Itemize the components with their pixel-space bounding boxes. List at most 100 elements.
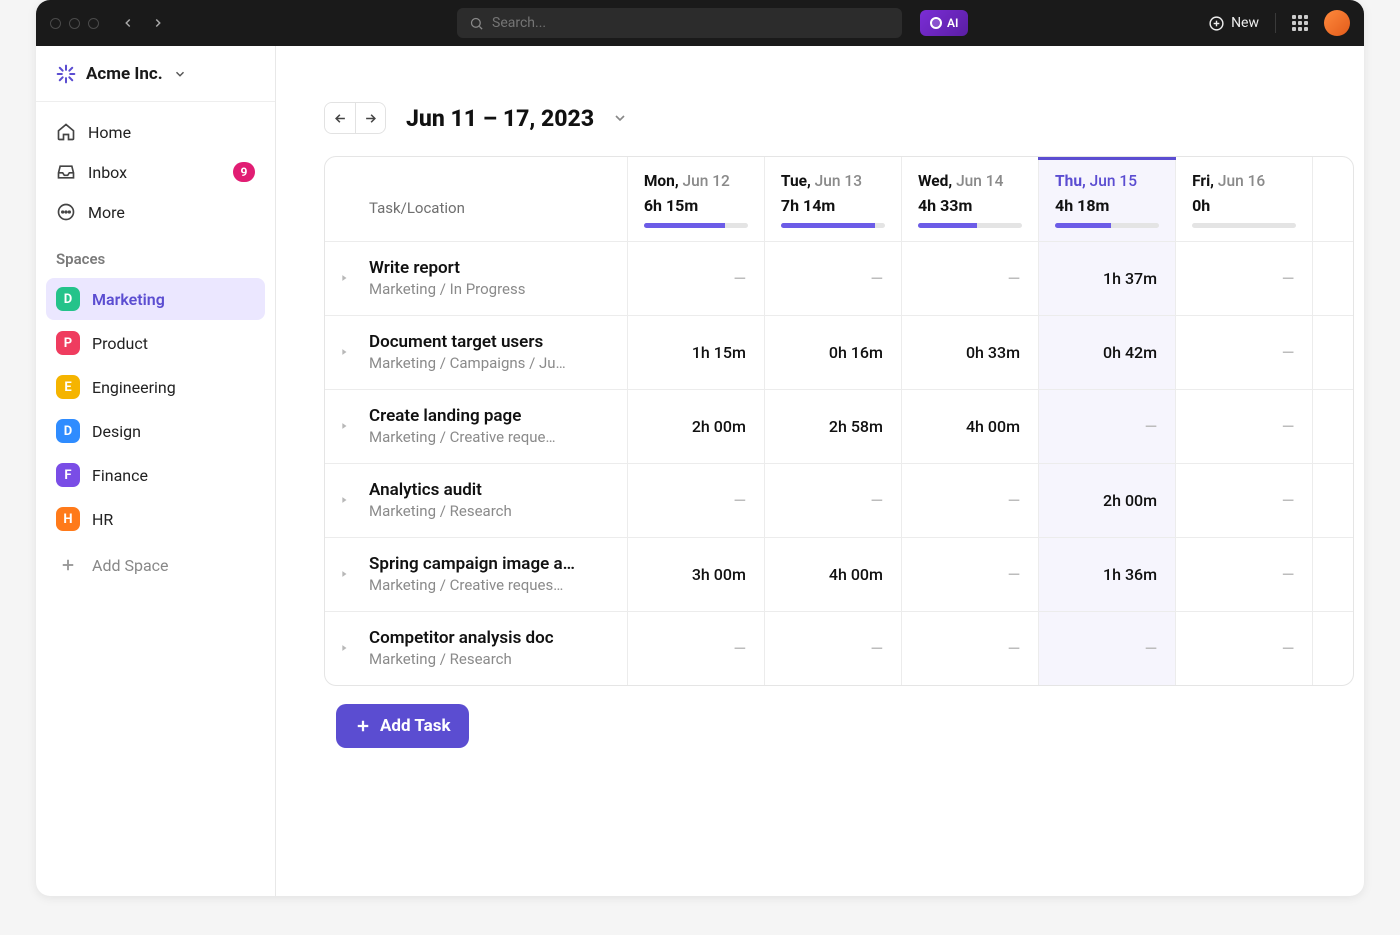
space-label: Design <box>92 422 141 441</box>
task-cell[interactable]: Create landing page Marketing / Creative … <box>325 389 627 463</box>
column-day[interactable]: Wed, Jun 144h 33m <box>901 157 1038 241</box>
task-cell[interactable]: Competitor analysis docMarketing / Resea… <box>325 611 627 685</box>
task-cell[interactable]: Write reportMarketing / In Progress <box>325 241 627 315</box>
traffic-close[interactable] <box>50 18 61 29</box>
traffic-minimize[interactable] <box>69 18 80 29</box>
apps-grid-icon[interactable] <box>1292 15 1308 31</box>
time-cell[interactable]: 0h 42m <box>1039 315 1176 389</box>
time-cell[interactable]: — <box>627 463 764 537</box>
task-title: Spring campaign image a… <box>325 554 615 574</box>
time-cell[interactable]: — <box>901 537 1038 611</box>
empty-dash: — <box>1282 269 1294 288</box>
task-title: Write report <box>325 258 615 278</box>
time-cell-overflow <box>1313 611 1353 685</box>
new-label: New <box>1231 15 1259 31</box>
time-cell[interactable]: — <box>764 241 901 315</box>
time-cell[interactable]: 1h 36m <box>1039 537 1176 611</box>
body: Acme Inc. Home Inbox 9 <box>36 46 1364 896</box>
time-cell[interactable]: 4h 00m <box>901 389 1038 463</box>
empty-dash: — <box>1282 491 1294 510</box>
column-day[interactable]: Thu, Jun 154h 18m <box>1039 157 1176 241</box>
time-cell[interactable]: 2h 58m <box>764 389 901 463</box>
time-cell[interactable]: 2h 00m <box>1039 463 1176 537</box>
task-cell[interactable]: Analytics auditMarketing / Research <box>325 463 627 537</box>
column-day[interactable]: Fri, Jun 160h <box>1176 157 1313 241</box>
add-task-label: Add Task <box>380 716 451 736</box>
task-cell[interactable]: Spring campaign image a…Marketing / Crea… <box>325 537 627 611</box>
time-cell[interactable]: — <box>1176 389 1313 463</box>
time-cell[interactable]: — <box>1176 611 1313 685</box>
user-avatar[interactable] <box>1324 10 1350 36</box>
ai-button[interactable]: AI <box>920 10 968 36</box>
sidebar-space-finance[interactable]: FFinance <box>46 454 265 496</box>
history-back-button[interactable] <box>117 12 139 34</box>
add-task-button[interactable]: Add Task <box>336 704 469 748</box>
ai-icon <box>930 17 942 29</box>
column-overflow <box>1313 157 1353 241</box>
expand-caret-icon[interactable] <box>339 347 349 357</box>
sidebar-space-hr[interactable]: HHR <box>46 498 265 540</box>
workspace-picker[interactable]: Acme Inc. <box>36 46 275 102</box>
task-path: Marketing / Campaigns / Ju… <box>325 354 615 372</box>
traffic-maximize[interactable] <box>88 18 99 29</box>
empty-dash: — <box>1145 417 1157 436</box>
time-cell[interactable]: — <box>901 463 1038 537</box>
time-cell[interactable]: 0h 33m <box>901 315 1038 389</box>
expand-caret-icon[interactable] <box>339 421 349 431</box>
time-cell[interactable]: — <box>627 611 764 685</box>
time-cell[interactable]: — <box>764 611 901 685</box>
column-day[interactable]: Mon, Jun 126h 15m <box>627 157 764 241</box>
time-cell[interactable]: — <box>1039 389 1176 463</box>
empty-dash: — <box>1282 343 1294 362</box>
time-cell[interactable]: — <box>764 463 901 537</box>
add-space-label: Add Space <box>92 556 169 575</box>
add-space-button[interactable]: Add Space <box>46 544 265 586</box>
time-cell[interactable]: — <box>1039 611 1176 685</box>
new-button[interactable]: New <box>1208 15 1259 32</box>
day-total: 6h 15m <box>644 196 748 215</box>
current-day-marker <box>1038 156 1176 160</box>
time-cell[interactable]: — <box>1176 463 1313 537</box>
more-icon <box>56 202 76 222</box>
nav-more[interactable]: More <box>46 192 265 232</box>
time-cell[interactable]: — <box>627 241 764 315</box>
sidebar-space-product[interactable]: PProduct <box>46 322 265 364</box>
time-cell[interactable]: — <box>1176 241 1313 315</box>
empty-dash: — <box>734 269 746 288</box>
time-cell[interactable]: 1h 15m <box>627 315 764 389</box>
task-title: Create landing page <box>325 406 615 426</box>
column-day[interactable]: Tue, Jun 137h 14m <box>764 157 901 241</box>
time-cell[interactable]: 3h 00m <box>627 537 764 611</box>
expand-caret-icon[interactable] <box>339 569 349 579</box>
plus-icon <box>354 717 372 735</box>
space-label: Finance <box>92 466 148 485</box>
sidebar-space-marketing[interactable]: DMarketing <box>46 278 265 320</box>
prev-week-button[interactable] <box>325 103 355 133</box>
global-search[interactable] <box>457 8 902 38</box>
inbox-badge: 9 <box>233 162 255 182</box>
task-path: Marketing / Creative reque… <box>325 428 615 446</box>
empty-dash: — <box>871 269 883 288</box>
time-cell[interactable]: — <box>1176 315 1313 389</box>
task-cell[interactable]: Document target usersMarketing / Campaig… <box>325 315 627 389</box>
sidebar-space-design[interactable]: DDesign <box>46 410 265 452</box>
time-cell[interactable]: 0h 16m <box>764 315 901 389</box>
date-range-picker[interactable] <box>612 110 628 126</box>
time-cell[interactable]: — <box>901 611 1038 685</box>
time-cell[interactable]: 4h 00m <box>764 537 901 611</box>
search-input[interactable] <box>492 15 890 31</box>
history-forward-button[interactable] <box>147 12 169 34</box>
sidebar-space-engineering[interactable]: EEngineering <box>46 366 265 408</box>
empty-dash: — <box>871 491 883 510</box>
space-label: Marketing <box>92 290 165 309</box>
time-cell[interactable]: — <box>1176 537 1313 611</box>
expand-caret-icon[interactable] <box>339 273 349 283</box>
expand-caret-icon[interactable] <box>339 495 349 505</box>
time-cell[interactable]: — <box>901 241 1038 315</box>
nav-home[interactable]: Home <box>46 112 265 152</box>
nav-inbox[interactable]: Inbox 9 <box>46 152 265 192</box>
expand-caret-icon[interactable] <box>339 643 349 653</box>
next-week-button[interactable] <box>355 103 385 133</box>
time-cell[interactable]: 2h 00m <box>627 389 764 463</box>
time-cell[interactable]: 1h 37m <box>1039 241 1176 315</box>
